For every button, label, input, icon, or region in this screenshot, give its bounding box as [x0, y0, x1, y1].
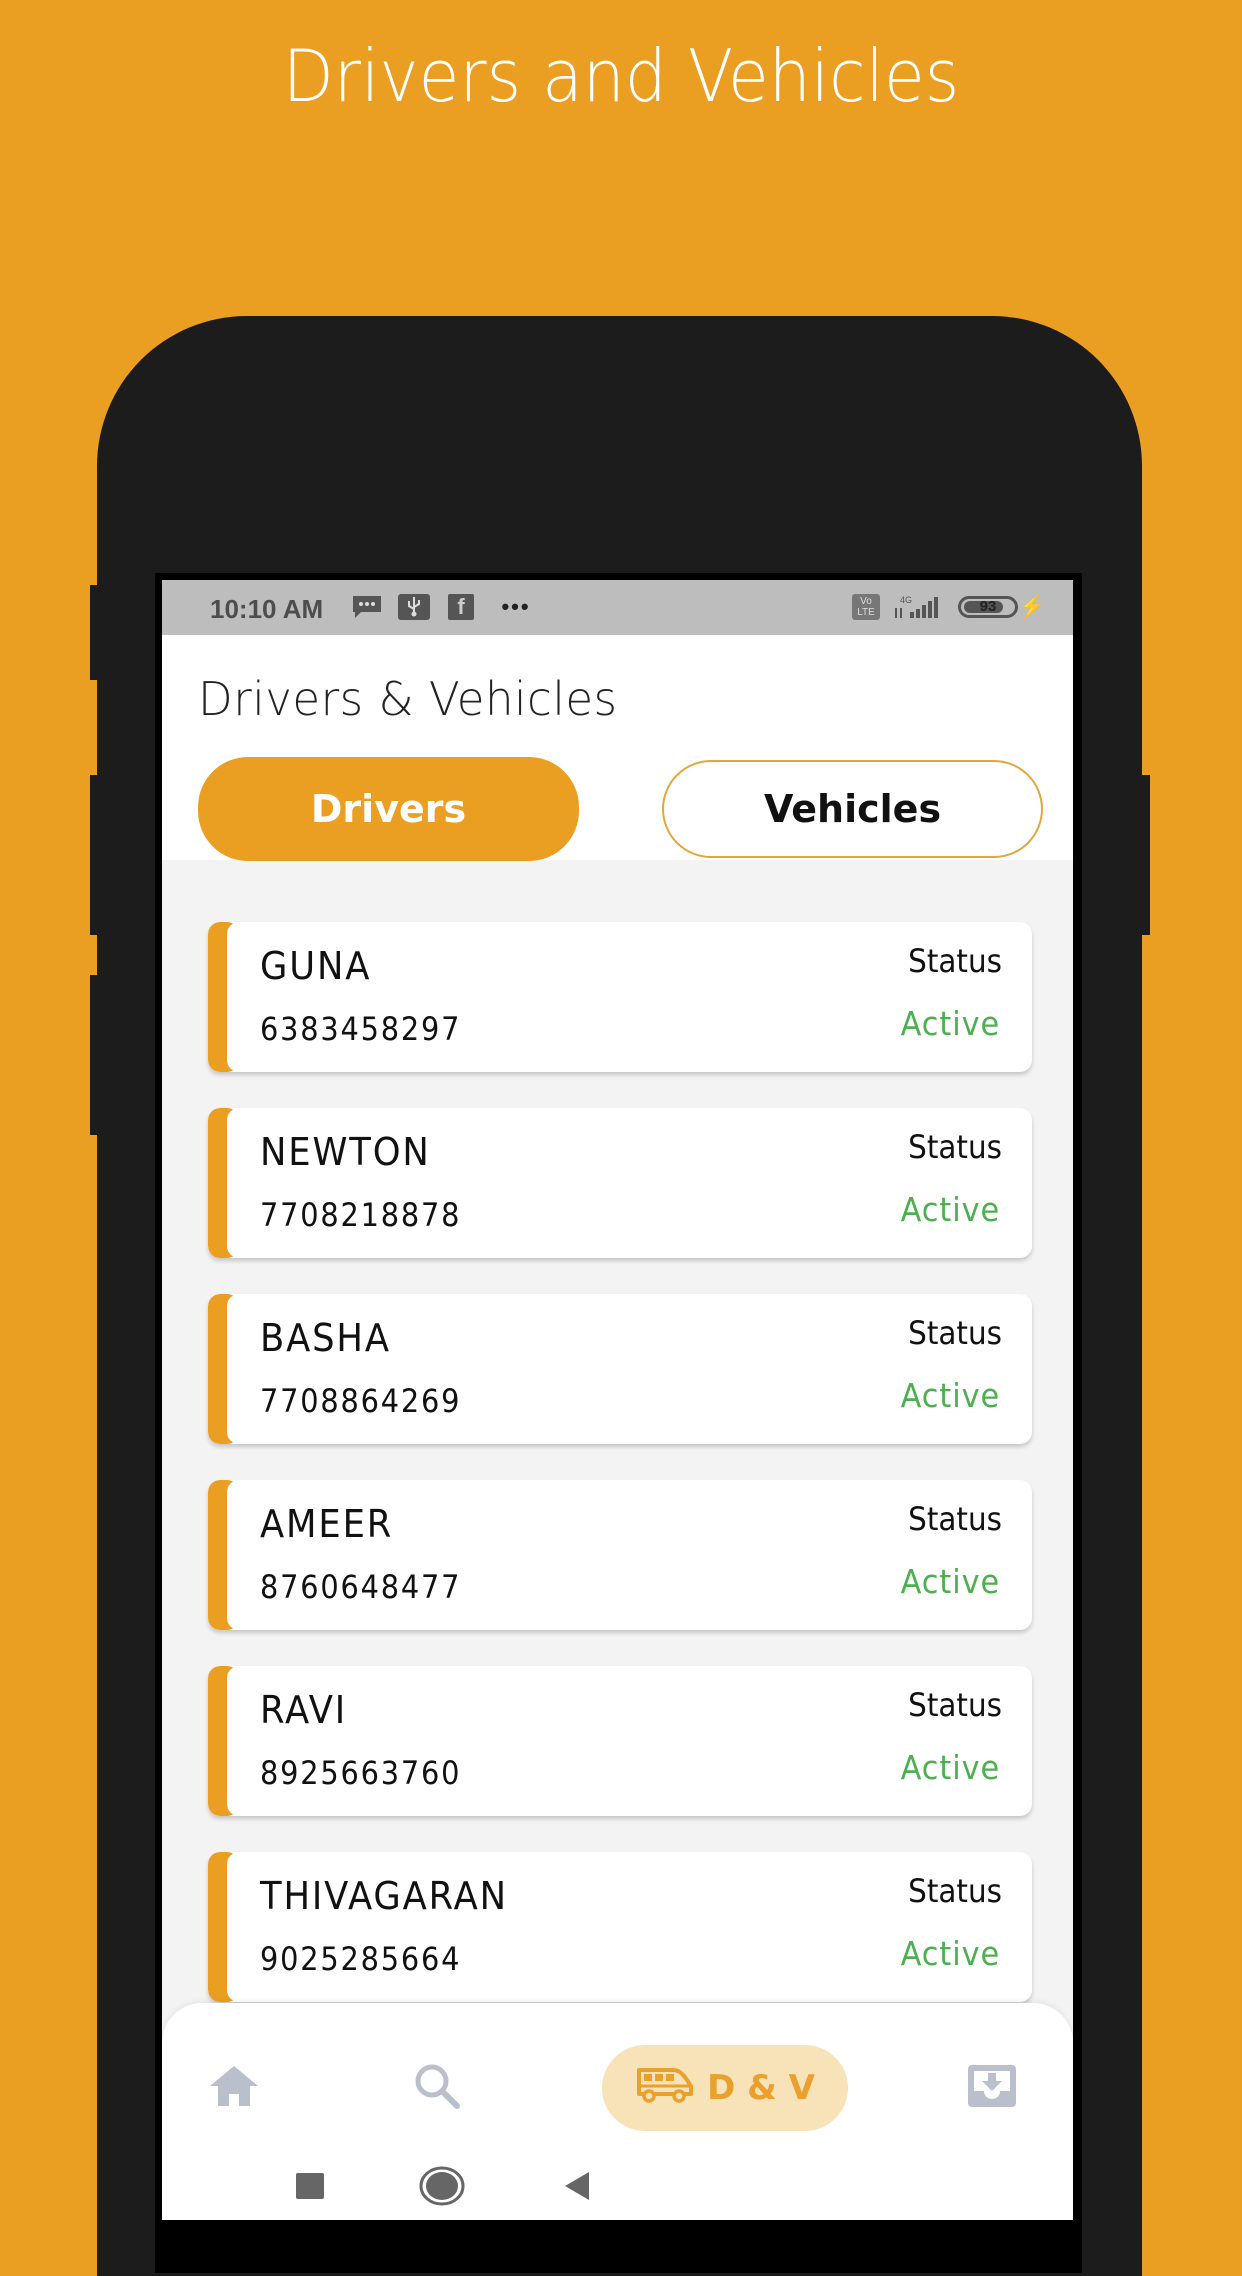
- driver-name: AMEER: [260, 1502, 394, 1546]
- app-screen: 10:10 AM f ••• Vo LTE 4G 93 ⚡ Drivers & …: [162, 580, 1073, 2220]
- driver-card[interactable]: BASHA 7708864269 Status Active: [208, 1294, 1032, 1444]
- status-label: Status: [908, 1686, 1002, 1724]
- search-icon: [412, 2061, 462, 2116]
- volte-label: Vo LTE: [857, 596, 875, 618]
- promo-title: Drivers and Vehicles: [282, 34, 960, 118]
- home-system-button[interactable]: [417, 2158, 467, 2218]
- battery-icon: 93: [958, 596, 1018, 618]
- status-badge: Active: [900, 1562, 1000, 1601]
- driver-name: NEWTON: [260, 1130, 431, 1174]
- driver-card[interactable]: NEWTON 7708218878 Status Active: [208, 1108, 1032, 1258]
- back-triangle-icon: [561, 2170, 593, 2207]
- nav-home[interactable]: [204, 2048, 264, 2128]
- card-accent-bar: [208, 1852, 251, 2002]
- more-notifications-icon: •••: [501, 594, 531, 619]
- status-label: Status: [908, 1872, 1002, 1910]
- bottom-navigation: D & V: [162, 2003, 1073, 2220]
- home-circle-icon: [419, 2166, 465, 2211]
- status-badge: Active: [900, 1004, 1000, 1043]
- tab-drivers[interactable]: Drivers: [198, 757, 579, 861]
- driver-phone: 7708864269: [260, 1382, 462, 1420]
- recents-button[interactable]: [290, 2158, 330, 2218]
- nav-dv-label: D & V: [707, 2068, 815, 2108]
- driver-phone: 8925663760: [260, 1754, 462, 1792]
- driver-name: GUNA: [260, 944, 372, 988]
- driver-phone: 6383458297: [260, 1010, 462, 1048]
- message-icon: [352, 594, 382, 620]
- status-label: Status: [908, 1128, 1002, 1166]
- nav-inbox[interactable]: [962, 2048, 1022, 2128]
- system-navigation-bar: [162, 2158, 1073, 2218]
- volte-icon: Vo LTE: [852, 594, 880, 620]
- usb-icon: [398, 594, 430, 620]
- driver-phone: 8760648477: [260, 1568, 462, 1606]
- driver-card[interactable]: RAVI 8925663760 Status Active: [208, 1666, 1032, 1816]
- driver-card[interactable]: AMEER 8760648477 Status Active: [208, 1480, 1032, 1630]
- inbox-download-icon: [968, 2064, 1016, 2112]
- card-accent-bar: [208, 922, 251, 1072]
- nav-drivers-vehicles[interactable]: D & V: [602, 2045, 848, 2131]
- page-title: Drivers & Vehicles: [198, 672, 618, 726]
- status-label: Status: [908, 1314, 1002, 1352]
- status-badge: Active: [900, 1190, 1000, 1229]
- driver-name: BASHA: [260, 1316, 391, 1360]
- tab-vehicles[interactable]: Vehicles: [662, 760, 1043, 858]
- facebook-icon: f: [448, 594, 474, 620]
- driver-name: RAVI: [260, 1688, 348, 1732]
- app-header: Drivers & Vehicles Drivers Vehicles: [162, 635, 1073, 861]
- nav-search[interactable]: [407, 2048, 467, 2128]
- driver-phone: 9025285664: [260, 1940, 462, 1978]
- home-icon: [208, 2064, 260, 2113]
- van-icon: [635, 2064, 695, 2113]
- charging-icon: ⚡: [1018, 594, 1046, 619]
- driver-card[interactable]: GUNA 6383458297 Status Active: [208, 922, 1032, 1072]
- status-label: Status: [908, 942, 1002, 980]
- card-accent-bar: [208, 1294, 251, 1444]
- recents-square-icon: [294, 2172, 326, 2205]
- driver-name: THIVAGARAN: [260, 1874, 508, 1918]
- card-accent-bar: [208, 1108, 251, 1258]
- back-button[interactable]: [557, 2158, 597, 2218]
- card-accent-bar: [208, 1666, 251, 1816]
- network-type: 4G: [900, 595, 912, 605]
- status-time: 10:10 AM: [210, 594, 324, 624]
- status-badge: Active: [900, 1934, 1000, 1973]
- card-accent-bar: [208, 1480, 251, 1630]
- status-bar: 10:10 AM f ••• Vo LTE 4G 93 ⚡: [162, 580, 1073, 635]
- status-label: Status: [908, 1500, 1002, 1538]
- driver-phone: 7708218878: [260, 1196, 462, 1234]
- status-badge: Active: [900, 1376, 1000, 1415]
- driver-card[interactable]: THIVAGARAN 9025285664 Status Active: [208, 1852, 1032, 2002]
- battery-level: 93: [979, 598, 997, 615]
- status-badge: Active: [900, 1748, 1000, 1787]
- signal-icon: 4G: [892, 594, 942, 620]
